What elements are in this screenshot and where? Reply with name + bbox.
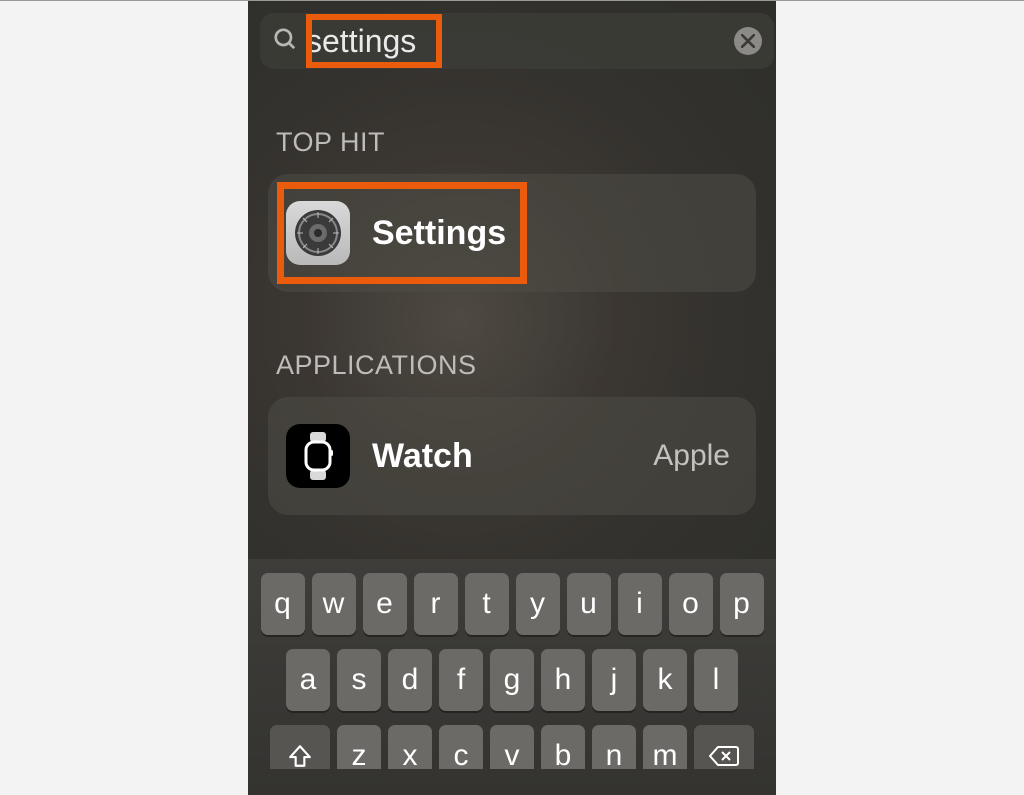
- keyboard-row-1: qwertyuiop: [254, 573, 770, 635]
- result-label: Watch: [372, 437, 473, 476]
- key-y[interactable]: y: [516, 573, 560, 635]
- key-d[interactable]: d: [388, 649, 432, 711]
- search-icon: [272, 26, 298, 57]
- key-q[interactable]: q: [261, 573, 305, 635]
- section-title: TOP HIT: [276, 127, 385, 158]
- key-h[interactable]: h: [541, 649, 585, 711]
- key-m[interactable]: m: [643, 725, 687, 769]
- search-input[interactable]: [306, 23, 726, 60]
- key-fn[interactable]: [694, 725, 754, 769]
- key-v[interactable]: v: [490, 725, 534, 769]
- result-label: Settings: [372, 214, 506, 253]
- key-x[interactable]: x: [388, 725, 432, 769]
- section-title: APPLICATIONS: [276, 350, 477, 381]
- keyboard: qwertyuiop asdfghjkl zxcvbnm: [248, 559, 776, 795]
- page-frame: Cancel TOP HIT: [0, 0, 1024, 795]
- result-subtitle: Apple: [653, 439, 730, 473]
- key-t[interactable]: t: [465, 573, 509, 635]
- key-n[interactable]: n: [592, 725, 636, 769]
- key-i[interactable]: i: [618, 573, 662, 635]
- section-header-applications: APPLICATIONS: [268, 350, 756, 381]
- section-header-top-hit: TOP HIT: [268, 127, 756, 158]
- settings-app-icon: [286, 201, 350, 265]
- key-r[interactable]: r: [414, 573, 458, 635]
- key-w[interactable]: w: [312, 573, 356, 635]
- key-b[interactable]: b: [541, 725, 585, 769]
- key-g[interactable]: g: [490, 649, 534, 711]
- key-f[interactable]: f: [439, 649, 483, 711]
- section-top-hit: TOP HIT: [248, 127, 776, 292]
- key-j[interactable]: j: [592, 649, 636, 711]
- clear-search-button[interactable]: [734, 27, 762, 55]
- key-u[interactable]: u: [567, 573, 611, 635]
- key-p[interactable]: p: [720, 573, 764, 635]
- key-s[interactable]: s: [337, 649, 381, 711]
- key-o[interactable]: o: [669, 573, 713, 635]
- search-bar[interactable]: [260, 13, 774, 69]
- section-applications: APPLICATIONS Watch Apple: [248, 350, 776, 515]
- phone-screen: Cancel TOP HIT: [248, 1, 776, 795]
- key-fn[interactable]: [270, 725, 330, 769]
- key-k[interactable]: k: [643, 649, 687, 711]
- watch-app-icon: [286, 424, 350, 488]
- key-a[interactable]: a: [286, 649, 330, 711]
- key-l[interactable]: l: [694, 649, 738, 711]
- key-c[interactable]: c: [439, 725, 483, 769]
- keyboard-row-3: zxcvbnm: [254, 725, 770, 769]
- top-hit-result[interactable]: Settings: [268, 174, 756, 292]
- keyboard-row-2: asdfghjkl: [254, 649, 770, 711]
- key-e[interactable]: e: [363, 573, 407, 635]
- key-z[interactable]: z: [337, 725, 381, 769]
- search-row: Cancel: [248, 1, 776, 69]
- applications-result[interactable]: Watch Apple: [268, 397, 756, 515]
